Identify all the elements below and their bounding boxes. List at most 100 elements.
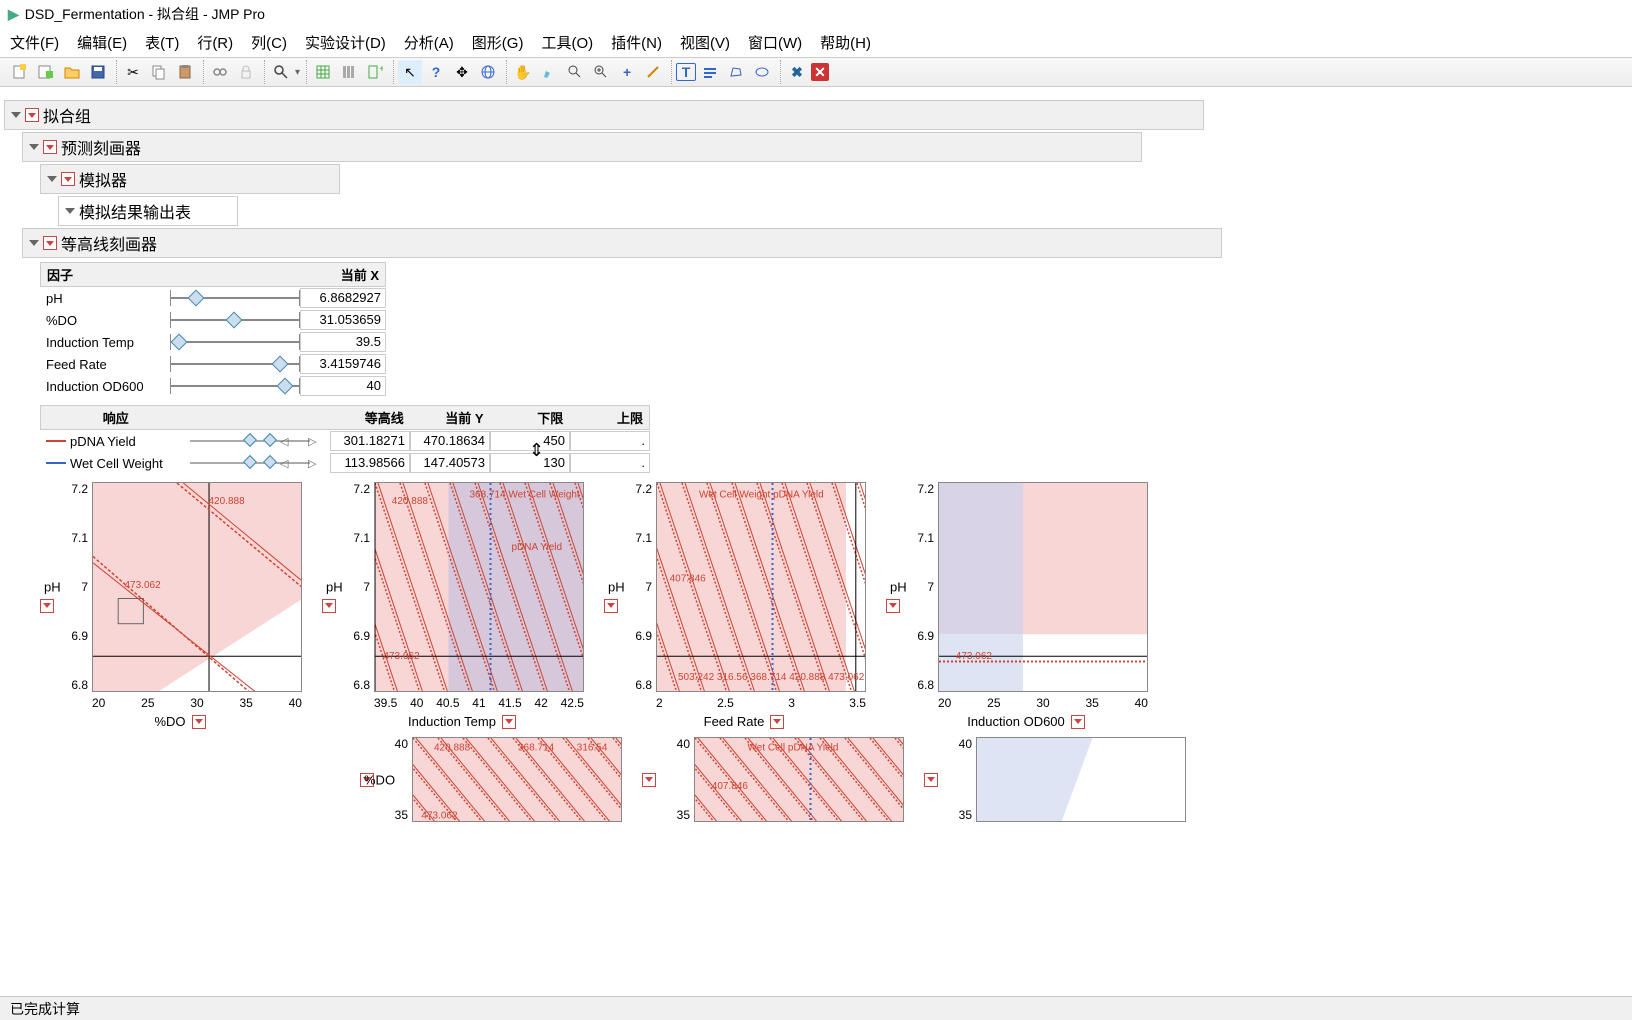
hotspot-icon[interactable] bbox=[642, 773, 656, 787]
menu-cols[interactable]: 列(C) bbox=[251, 32, 287, 53]
disclosure-icon[interactable] bbox=[29, 144, 39, 150]
contour-plot[interactable]: 420.888368.714 Wet Cell WeightpDNA Yield… bbox=[374, 482, 584, 692]
factor-slider[interactable] bbox=[170, 290, 300, 306]
close-icon[interactable]: ✕ bbox=[811, 63, 829, 81]
help-tool-icon[interactable]: ? bbox=[424, 60, 448, 84]
response-slider[interactable]: ◁ ▷ bbox=[190, 455, 330, 471]
current-y-value[interactable]: 470.18634 bbox=[410, 431, 490, 451]
disclosure-icon[interactable] bbox=[29, 240, 39, 246]
col-response: 响应 bbox=[41, 406, 190, 429]
x-ticks: 22.533.5 bbox=[656, 696, 866, 710]
tools-icon[interactable]: ✖ bbox=[785, 60, 809, 84]
factor-value[interactable]: 3.4159746 bbox=[300, 354, 386, 374]
hi-value[interactable]: . bbox=[570, 453, 650, 473]
factor-slider[interactable] bbox=[170, 334, 300, 350]
hotspot-icon[interactable] bbox=[43, 236, 57, 250]
factor-slider[interactable] bbox=[170, 312, 300, 328]
link-icon[interactable] bbox=[208, 60, 232, 84]
menu-view[interactable]: 视图(V) bbox=[680, 32, 730, 53]
arrow-tool-icon[interactable]: ↖ bbox=[398, 60, 422, 84]
save-icon[interactable] bbox=[86, 60, 110, 84]
hotspot-icon[interactable] bbox=[192, 715, 206, 729]
cut-icon[interactable]: ✂ bbox=[121, 60, 145, 84]
hotspot-icon[interactable] bbox=[61, 172, 75, 186]
contour-plot[interactable] bbox=[976, 737, 1186, 822]
globe-icon[interactable] bbox=[476, 60, 500, 84]
zoom-in-icon[interactable] bbox=[589, 60, 613, 84]
menu-graph[interactable]: 图形(G) bbox=[472, 32, 524, 53]
brush-tool-icon[interactable] bbox=[537, 60, 561, 84]
factor-value[interactable]: 40 bbox=[300, 376, 386, 396]
new-script-icon[interactable] bbox=[34, 60, 58, 84]
hotspot-icon[interactable] bbox=[770, 715, 784, 729]
panel-fit-group[interactable]: 拟合组 bbox=[4, 100, 1204, 130]
hotspot-icon[interactable] bbox=[40, 599, 54, 613]
search-icon[interactable] bbox=[269, 60, 293, 84]
menu-edit[interactable]: 编辑(E) bbox=[77, 32, 127, 53]
menu-help[interactable]: 帮助(H) bbox=[820, 32, 871, 53]
copy-icon[interactable] bbox=[147, 60, 171, 84]
current-y-value[interactable]: 147.40573 bbox=[410, 453, 490, 473]
svg-text:368.714: 368.714 bbox=[518, 743, 555, 754]
paste-icon[interactable] bbox=[173, 60, 197, 84]
lo-value[interactable]: 130 bbox=[490, 453, 570, 473]
hi-value[interactable]: . bbox=[570, 431, 650, 451]
hand-tool-icon[interactable]: ✋ bbox=[511, 60, 535, 84]
hotspot-icon[interactable] bbox=[25, 108, 39, 122]
columns-icon[interactable] bbox=[337, 60, 361, 84]
contour-value[interactable]: 301.18271 bbox=[330, 431, 410, 451]
open-icon[interactable] bbox=[60, 60, 84, 84]
add-column-icon[interactable]: + bbox=[363, 60, 387, 84]
menu-tools[interactable]: 工具(O) bbox=[541, 32, 593, 53]
hotspot-icon[interactable] bbox=[604, 599, 618, 613]
contour-plot[interactable]: Wet Cell pDNA Yield407.846 bbox=[694, 737, 904, 822]
factor-slider[interactable] bbox=[170, 378, 300, 394]
x-ticks: 39.54040.54141.54242.5 bbox=[374, 696, 584, 710]
hotspot-icon[interactable] bbox=[43, 140, 57, 154]
menu-doe[interactable]: 实验设计(D) bbox=[305, 32, 386, 53]
svg-text:503.242 316.56 368.714 420.888: 503.242 316.56 368.714 420.888 473.062 bbox=[678, 672, 865, 683]
menu-rows[interactable]: 行(R) bbox=[197, 32, 233, 53]
panel-simulator[interactable]: 模拟器 bbox=[40, 164, 340, 194]
text-tool-icon[interactable]: T bbox=[676, 63, 696, 81]
hotspot-icon[interactable] bbox=[502, 715, 516, 729]
menu-file[interactable]: 文件(F) bbox=[10, 32, 59, 53]
panel-simout[interactable]: 模拟结果输出表 bbox=[58, 196, 238, 226]
disclosure-icon[interactable] bbox=[65, 208, 75, 214]
line-tool-icon[interactable] bbox=[641, 60, 665, 84]
titlebar: ▶ DSD_Fermentation - 拟合组 - JMP Pro bbox=[0, 0, 1632, 28]
hotspot-icon[interactable] bbox=[1071, 715, 1085, 729]
add-marker-icon[interactable]: + bbox=[615, 60, 639, 84]
lo-value[interactable]: 450 bbox=[490, 431, 570, 451]
panel-contour[interactable]: 等高线刻画器 bbox=[22, 228, 1222, 258]
panel-predictor[interactable]: 预测刻画器 bbox=[22, 132, 1142, 162]
polygon-tool-icon[interactable] bbox=[724, 60, 748, 84]
factor-value[interactable]: 31.053659 bbox=[300, 310, 386, 330]
ellipse-tool-icon[interactable] bbox=[750, 60, 774, 84]
factor-value[interactable]: 39.5 bbox=[300, 332, 386, 352]
lock-icon[interactable] bbox=[234, 60, 258, 84]
menu-analyze[interactable]: 分析(A) bbox=[404, 32, 454, 53]
contour-value[interactable]: 113.98566 bbox=[330, 453, 410, 473]
disclosure-icon[interactable] bbox=[47, 176, 57, 182]
menu-tables[interactable]: 表(T) bbox=[145, 32, 179, 53]
hotspot-icon[interactable] bbox=[886, 599, 900, 613]
contour-plot[interactable]: Wet Cell Weight pDNA Yield407.846503.242… bbox=[656, 482, 866, 692]
hotspot-icon[interactable] bbox=[924, 773, 938, 787]
hotspot-icon[interactable] bbox=[322, 599, 336, 613]
contour-plot[interactable]: 420.888368.714316.54473.062 bbox=[412, 737, 622, 822]
shape-tool-icon[interactable] bbox=[698, 60, 722, 84]
y-axis-label: pH bbox=[890, 580, 907, 595]
contour-plot[interactable]: 473.062 bbox=[938, 482, 1148, 692]
response-slider[interactable]: ◁ ▷ bbox=[190, 433, 330, 449]
factor-slider[interactable] bbox=[170, 356, 300, 372]
menu-addins[interactable]: 插件(N) bbox=[611, 32, 662, 53]
grid-icon[interactable] bbox=[311, 60, 335, 84]
new-table-icon[interactable] bbox=[8, 60, 32, 84]
menu-window[interactable]: 窗口(W) bbox=[748, 32, 802, 53]
factor-value[interactable]: 6.8682927 bbox=[300, 288, 386, 308]
contour-plot[interactable]: 420.888473.062 bbox=[92, 482, 302, 692]
zoom-tool-icon[interactable] bbox=[563, 60, 587, 84]
crosshair-icon[interactable]: ✥ bbox=[450, 60, 474, 84]
disclosure-icon[interactable] bbox=[11, 112, 21, 118]
